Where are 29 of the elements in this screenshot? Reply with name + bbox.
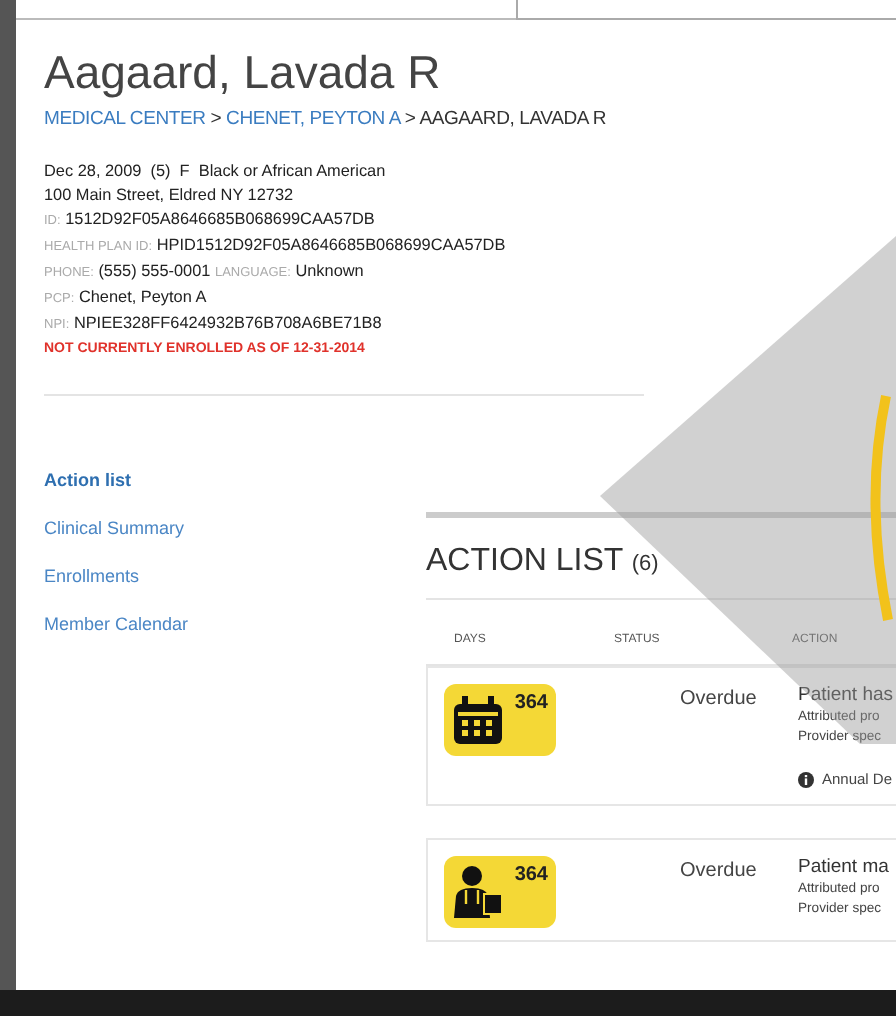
breadcrumb-link[interactable]: CHENET, PEYTON A	[226, 108, 400, 131]
sidebar-link[interactable]: Enrollments	[44, 564, 189, 588]
action-title: Patient ma	[798, 856, 889, 880]
field-value: 1512D92F05A8646685B068699CAA57DB	[65, 209, 375, 228]
info-icon	[798, 772, 814, 788]
patient-name: Aagaard, Lavada R	[44, 48, 443, 99]
sidebar-link[interactable]: Member Calendar	[44, 612, 189, 636]
field-value: (555) 555-0001	[98, 261, 211, 280]
sidebar-link[interactable]: Action list	[44, 468, 189, 492]
breadcrumb-separator: >	[210, 108, 222, 131]
status-text: Overdue	[680, 688, 757, 710]
days-count: 364	[514, 862, 548, 890]
section-title: ACTION LIST	[426, 544, 623, 578]
field-value: Chenet, Peyton A	[78, 287, 207, 306]
days-count: 364	[514, 690, 548, 718]
sidebar-link[interactable]: Clinical Summary	[44, 516, 189, 540]
field-value: 100 Main Street, Eldred NY 12732	[44, 185, 294, 204]
item-count: (6)	[631, 552, 659, 576]
field-value: HPID1512D92F05A8646685B068699CAA57DB	[156, 235, 506, 254]
field-value: Dec 28, 2009 (5) F Black or African American	[44, 161, 386, 180]
breadcrumb-current: AAGAARD, LAVADA R	[419, 108, 607, 131]
action-title: Patient has	[798, 684, 894, 708]
field-value: NPIEE328FF6424932B76B708A6BE71B8	[73, 313, 382, 332]
breadcrumb-link[interactable]: MEDICAL CENTER	[44, 108, 206, 131]
field-value: Unknown	[295, 261, 364, 280]
status-text: Overdue	[680, 860, 757, 882]
calendar-icon	[450, 692, 506, 748]
doctor-icon	[450, 864, 506, 920]
breadcrumb-separator: >	[404, 108, 416, 131]
